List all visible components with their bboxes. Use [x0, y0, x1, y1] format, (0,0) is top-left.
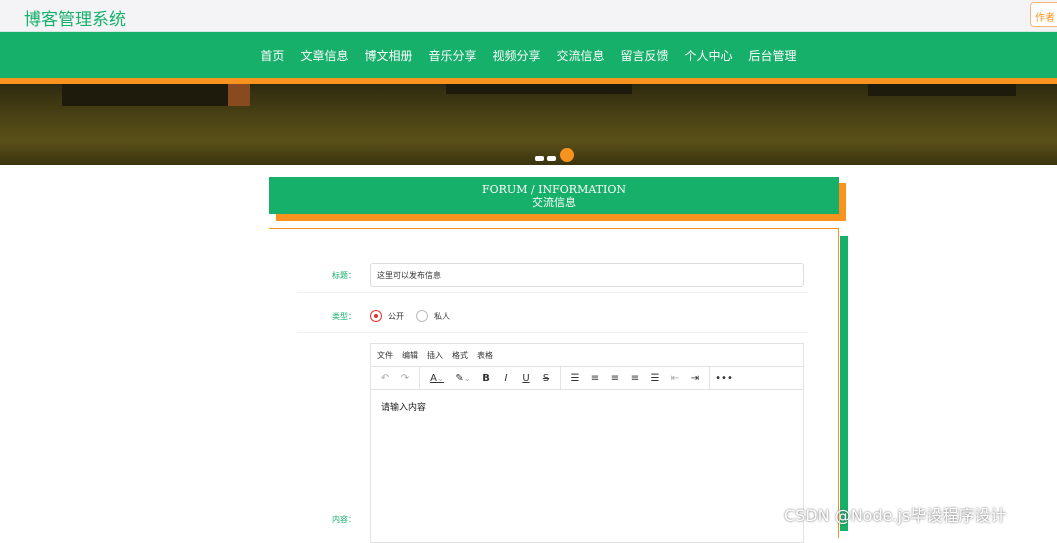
site-title: 博客管理系统: [24, 10, 126, 30]
type-radio-group: 公开 私人: [370, 310, 462, 322]
align-right-icon[interactable]: ≡: [625, 373, 645, 384]
outdent-icon[interactable]: ⇤: [665, 373, 685, 384]
content-label: 内容：: [332, 515, 356, 524]
italic-icon[interactable]: I: [496, 373, 516, 384]
divider: [297, 292, 808, 293]
nav-admin[interactable]: 后台管理: [741, 47, 805, 64]
nav-articles[interactable]: 文章信息: [292, 47, 356, 64]
radio-private[interactable]: 私人: [416, 310, 450, 322]
nav-home[interactable]: 首页: [252, 47, 292, 64]
text-color-icon[interactable]: A⌄: [424, 373, 450, 384]
strikethrough-icon[interactable]: S: [536, 373, 556, 384]
menu-table[interactable]: 表格: [477, 350, 493, 361]
radio-label: 私人: [434, 311, 450, 321]
section-header: FORUM / INFORMATION 交流信息: [269, 177, 839, 214]
nav-music[interactable]: 音乐分享: [420, 47, 484, 64]
radio-checked-icon: [370, 310, 382, 322]
title-input[interactable]: [370, 263, 804, 287]
undo-icon[interactable]: ↶: [375, 373, 395, 384]
line-height-icon[interactable]: ☰: [565, 373, 585, 384]
align-left-icon[interactable]: ≡: [585, 373, 605, 384]
nav-profile[interactable]: 个人中心: [677, 47, 741, 64]
nav-feedback[interactable]: 留言反馈: [613, 47, 677, 64]
card-shadow: [840, 236, 848, 531]
menu-format[interactable]: 格式: [452, 350, 468, 361]
menu-file[interactable]: 文件: [377, 350, 393, 361]
title-label: 标题：: [332, 271, 356, 280]
align-center-icon[interactable]: ≡: [605, 373, 625, 384]
nav-forum[interactable]: 交流信息: [549, 47, 613, 64]
carousel-dot-active[interactable]: [560, 148, 574, 162]
justify-icon[interactable]: ☰: [645, 373, 665, 384]
nav-album[interactable]: 博文相册: [356, 47, 420, 64]
carousel-dot[interactable]: [535, 156, 544, 161]
nav-video[interactable]: 视频分享: [484, 47, 548, 64]
rich-text-editor: 文件 编辑 插入 格式 表格 ↶ ↷ A⌄ ✎⌄ B I U S ☰ ≡ ≡ ≡ ☰ ⇤ ⇥ ••• 请…: [370, 343, 804, 543]
radio-public[interactable]: 公开: [370, 310, 404, 322]
top-bar: [0, 0, 1057, 32]
editor-content[interactable]: 请输入内容: [371, 390, 803, 423]
editor-menubar: 文件 编辑 插入 格式 表格: [371, 344, 803, 367]
indent-icon[interactable]: ⇥: [685, 373, 705, 384]
radio-label: 公开: [388, 311, 404, 321]
divider: [297, 332, 808, 333]
radio-unchecked-icon: [416, 310, 428, 322]
banner-carousel[interactable]: [0, 84, 1057, 165]
section-title-cn: 交流信息: [532, 196, 576, 209]
menu-insert[interactable]: 插入: [427, 350, 443, 361]
author-button[interactable]: 作者: [1030, 2, 1057, 27]
more-icon[interactable]: •••: [714, 373, 734, 384]
editor-placeholder: 请输入内容: [381, 403, 427, 413]
watermark: CSDN @Node.js毕设程序设计: [784, 506, 1007, 525]
bold-icon[interactable]: B: [476, 373, 496, 384]
main-nav: 首页 文章信息 博文相册 音乐分享 视频分享 交流信息 留言反馈 个人中心 后台…: [0, 32, 1057, 78]
highlight-icon[interactable]: ✎⌄: [450, 373, 476, 384]
redo-icon[interactable]: ↷: [395, 373, 415, 384]
menu-edit[interactable]: 编辑: [402, 350, 418, 361]
type-label: 类型：: [332, 312, 356, 321]
carousel-dot[interactable]: [547, 156, 556, 161]
underline-icon[interactable]: U: [516, 373, 536, 384]
section-title-en: FORUM / INFORMATION: [482, 183, 626, 196]
editor-toolbar: ↶ ↷ A⌄ ✎⌄ B I U S ☰ ≡ ≡ ≡ ☰ ⇤ ⇥ •••: [371, 367, 803, 390]
